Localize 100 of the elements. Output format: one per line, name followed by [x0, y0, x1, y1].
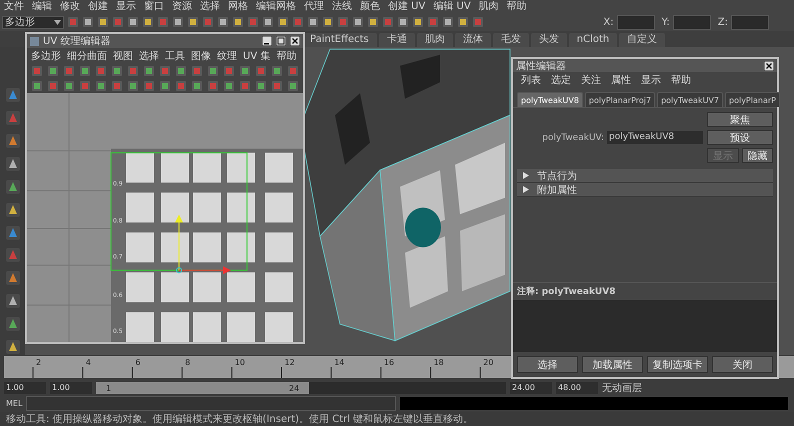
playback-end-field[interactable]: 24.00 [510, 382, 552, 394]
close-icon[interactable] [290, 36, 300, 46]
menu-item[interactable]: UV 集 [243, 48, 270, 62]
uv-tool-icon[interactable] [127, 65, 139, 77]
coordinate-field[interactable] [616, 14, 655, 30]
menu-item[interactable]: 修改 [60, 0, 80, 12]
menu-item[interactable]: 窗口 [144, 0, 164, 12]
uv-tool-icon[interactable] [95, 65, 107, 77]
uv-tool-icon[interactable] [207, 65, 219, 77]
uv-tool-icon[interactable] [63, 80, 75, 92]
menu-item[interactable]: 资源 [172, 0, 192, 12]
minimize-icon[interactable] [262, 36, 272, 46]
close-icon[interactable] [764, 60, 774, 70]
start-time-field[interactable]: 1.00 [4, 382, 46, 394]
tool-icon[interactable] [4, 87, 20, 103]
toolbar-icon[interactable] [442, 16, 454, 28]
toolbar-icon[interactable] [217, 16, 229, 28]
menu-item[interactable]: 选择 [200, 0, 220, 12]
uv-tool-icon[interactable] [143, 80, 155, 92]
toolbar-icon[interactable] [457, 16, 469, 28]
toolbar-icon[interactable] [277, 16, 289, 28]
toolbar-icon[interactable] [202, 16, 214, 28]
uv-tool-icon[interactable] [175, 80, 187, 92]
range-slider-bar[interactable]: 1 24 [96, 382, 310, 394]
uv-tool-icon[interactable] [47, 80, 59, 92]
shelf-tab[interactable]: 流体 [454, 33, 491, 47]
menu-item[interactable]: 多边形 [31, 48, 61, 62]
toolbar-icon[interactable] [337, 16, 349, 28]
uv-tool-icon[interactable] [127, 80, 139, 92]
tool-icon[interactable] [4, 247, 20, 264]
uv-tool-icon[interactable] [79, 80, 91, 92]
menu-item[interactable]: 编辑 UV [433, 0, 471, 12]
toolbar-icon[interactable] [397, 16, 409, 28]
tool-icon[interactable] [4, 202, 20, 218]
menu-item[interactable]: 选择 [139, 48, 159, 62]
menu-item[interactable]: 法线 [332, 0, 352, 12]
tool-icon[interactable] [4, 110, 20, 126]
uv-tool-icon[interactable] [223, 65, 235, 77]
menu-item[interactable]: 选定 [551, 73, 571, 87]
uv-tool-icon[interactable] [223, 80, 235, 92]
menu-item[interactable]: 编辑 [32, 0, 52, 12]
dialog-button[interactable]: 复制选项卡 [647, 356, 708, 373]
side-button[interactable]: 预设 [707, 130, 773, 145]
toolbar-icon[interactable] [112, 16, 124, 28]
menu-item[interactable]: 网格 [228, 0, 248, 12]
menu-item[interactable]: 颜色 [360, 0, 380, 12]
menu-item[interactable]: 帮助 [276, 48, 296, 62]
node-tab[interactable]: polyTweakUV7 [657, 92, 723, 107]
uv-tool-icon[interactable] [239, 65, 251, 77]
shelf-tab[interactable]: 毛发 [492, 33, 529, 47]
side-button[interactable]: 聚焦 [707, 112, 773, 127]
toolbar-icon[interactable] [352, 16, 364, 28]
menu-item[interactable]: 纹理 [217, 48, 237, 62]
tool-icon[interactable] [4, 293, 20, 310]
toolbar-icon[interactable] [67, 16, 79, 28]
dialog-button[interactable]: 加载属性 [582, 356, 643, 373]
uv-tool-icon[interactable] [271, 65, 283, 77]
uv-tool-icon[interactable] [255, 65, 267, 77]
menu-item[interactable]: 代理 [304, 0, 324, 12]
section-header[interactable]: 节点行为 [517, 169, 773, 183]
menu-item[interactable]: 列表 [521, 73, 541, 87]
tool-icon[interactable] [4, 224, 20, 240]
toolbar-icon[interactable] [97, 16, 109, 28]
toolbar-icon[interactable] [322, 16, 334, 28]
tool-icon[interactable] [4, 132, 20, 149]
uv-tool-icon[interactable] [271, 80, 283, 92]
uv-tool-icon[interactable] [191, 80, 203, 92]
toolbar-icon[interactable] [247, 16, 259, 28]
end-time-field[interactable]: 48.00 [556, 382, 598, 394]
node-tab[interactable]: polyPlanarP [725, 92, 780, 107]
uv-tool-icon[interactable] [143, 65, 155, 77]
uv-tool-icon[interactable] [175, 65, 187, 77]
shelf-tab[interactable]: 卡通 [378, 33, 415, 47]
toolbar-icon[interactable] [82, 16, 94, 28]
shelf-tab[interactable]: nCloth [568, 33, 618, 47]
toolbar-icon[interactable] [427, 16, 439, 28]
shelf-tab[interactable]: PaintEffects [302, 33, 377, 47]
uv-tool-icon[interactable] [79, 65, 91, 77]
uv-tool-icon[interactable] [47, 65, 59, 77]
menu-item[interactable]: 编辑网格 [256, 0, 296, 12]
shelf-tab[interactable]: 自定义 [619, 33, 666, 47]
move-manipulator-drawing[interactable] [175, 214, 231, 274]
menu-item[interactable]: 视图 [113, 48, 133, 62]
shelf-tab[interactable]: 头发 [530, 33, 567, 47]
menu-item[interactable]: 图像 [191, 48, 211, 62]
toolbar-icon[interactable] [472, 16, 484, 28]
command-input-field[interactable] [26, 396, 396, 411]
playback-start-field[interactable]: 1.00 [50, 382, 92, 394]
toolbar-icon[interactable] [187, 16, 199, 28]
node-name-field[interactable]: polyTweakUV8 [607, 131, 703, 144]
uv-tool-icon[interactable] [159, 65, 171, 77]
uv-tool-icon[interactable] [255, 80, 267, 92]
uv-tool-icon[interactable] [159, 80, 171, 92]
toolbar-icon[interactable] [157, 16, 169, 28]
uv-tool-icon[interactable] [63, 65, 75, 77]
uv-tool-icon[interactable] [287, 65, 299, 77]
toolbar-icon[interactable] [292, 16, 304, 28]
menu-item[interactable]: 显示 [641, 73, 661, 87]
coordinate-field[interactable] [672, 14, 711, 30]
section-header[interactable]: 附加属性 [517, 183, 773, 197]
